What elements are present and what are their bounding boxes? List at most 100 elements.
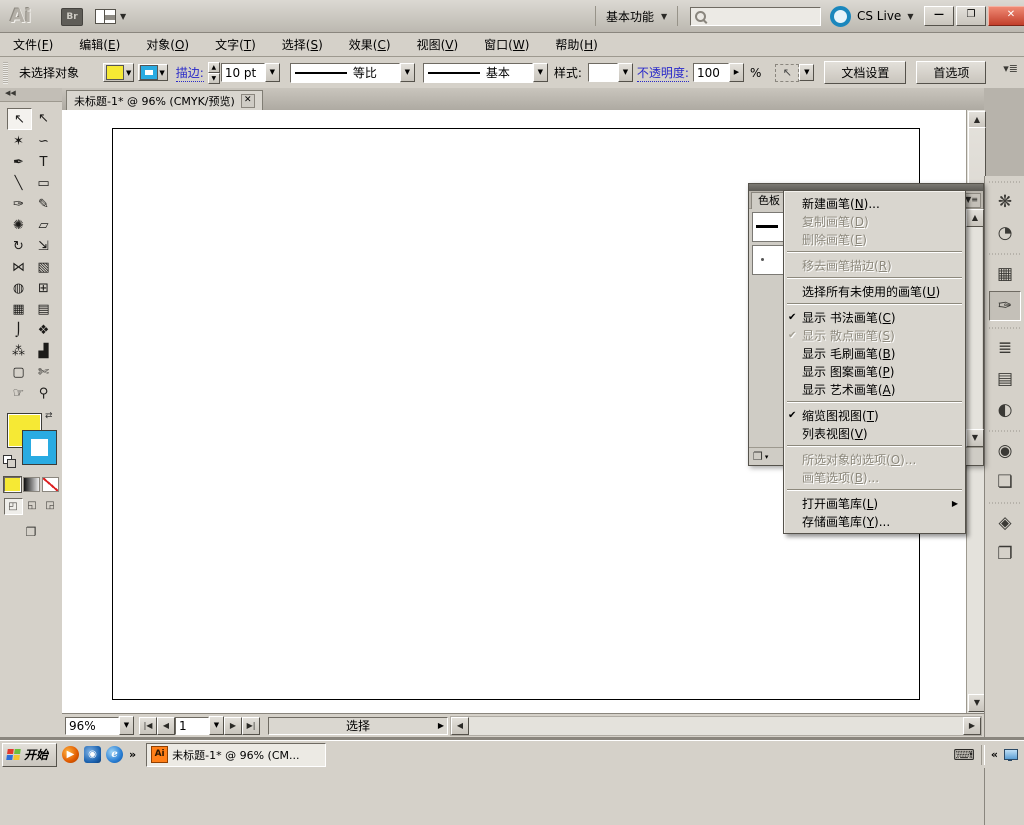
symbol-sprayer-tool[interactable]: ⁂ bbox=[7, 341, 30, 361]
menu-item-save-brush-library[interactable]: 存储画笔库(Y)... bbox=[785, 512, 964, 530]
draw-behind-button[interactable]: ◱ bbox=[24, 498, 41, 513]
opacity-field[interactable]: 100 bbox=[692, 63, 729, 82]
eyedropper-tool[interactable]: ⌡ bbox=[7, 320, 30, 340]
swatches-panel-icon[interactable]: ▦ bbox=[990, 260, 1020, 288]
document-setup-button[interactable]: 文档设置 bbox=[824, 61, 907, 84]
menu-item-show-art-brushes[interactable]: 显示 艺术画笔(A) bbox=[785, 380, 964, 398]
perspective-grid-tool[interactable]: ⊞ bbox=[32, 278, 55, 298]
menu-item-thumbnail-view[interactable]: ✔ 缩览图视图(T) bbox=[785, 406, 964, 424]
tools-panel-collapse[interactable]: ◀◀ bbox=[0, 88, 62, 102]
menu-w[interactable]: 窗口(W) bbox=[471, 33, 542, 56]
brush-definition-dropdown[interactable]: 基本 bbox=[422, 62, 533, 83]
panel-scrollbar[interactable]: ▲ ▼ bbox=[965, 209, 984, 447]
none-mode-button[interactable] bbox=[41, 477, 59, 492]
start-button[interactable]: 开始 bbox=[2, 742, 58, 767]
minimize-button[interactable]: — bbox=[924, 6, 954, 26]
first-artboard-button[interactable]: |◀ bbox=[139, 716, 157, 735]
menu-o[interactable]: 对象(O) bbox=[133, 33, 202, 56]
menu-item-list-view[interactable]: 列表视图(V) bbox=[785, 424, 964, 442]
brush-definition-arrow[interactable]: ▼ bbox=[532, 63, 548, 82]
menu-v[interactable]: 视图(V) bbox=[404, 33, 472, 56]
color-guide-panel-icon[interactable]: ◔ bbox=[990, 219, 1020, 247]
mesh-tool[interactable]: ▦ bbox=[7, 299, 30, 319]
zoom-level-field[interactable]: 96% bbox=[65, 716, 119, 735]
status-display[interactable]: 选择 ▶ bbox=[268, 716, 448, 735]
artboard-number-field[interactable]: 1 bbox=[175, 716, 209, 735]
control-bar-menu-icon[interactable]: ▾≣ bbox=[1003, 62, 1018, 75]
internet-explorer-icon[interactable]: e bbox=[106, 746, 124, 763]
selection-tool[interactable]: ↖ bbox=[7, 108, 32, 130]
opacity-spinner-arrow[interactable]: ▶ bbox=[728, 63, 744, 82]
direct-selection-tool[interactable]: ↖ bbox=[32, 108, 55, 128]
close-button[interactable]: ✕ bbox=[988, 6, 1024, 26]
previous-artboard-button[interactable]: ◀ bbox=[157, 716, 175, 735]
stroke-width-stepper[interactable]: ▲ ▼ bbox=[207, 61, 220, 84]
workspace-switcher[interactable]: 基本功能 ▼ bbox=[595, 6, 679, 26]
hand-tool[interactable]: ☞ bbox=[7, 383, 30, 403]
horizontal-scrollbar[interactable]: ◀ ▶ bbox=[450, 715, 982, 736]
quicklaunch-overflow-icon[interactable]: » bbox=[129, 748, 136, 761]
shape-builder-tool[interactable]: ◍ bbox=[7, 278, 30, 298]
network-icon[interactable] bbox=[1004, 749, 1018, 761]
transparency-panel-icon[interactable]: ◐ bbox=[990, 396, 1020, 424]
gradient-panel-icon[interactable]: ▤ bbox=[990, 365, 1020, 393]
arrange-documents-button[interactable]: ▼ bbox=[95, 8, 129, 24]
artboards-panel-icon[interactable]: ❐ bbox=[990, 540, 1020, 568]
blob-brush-tool[interactable]: ✺ bbox=[7, 215, 30, 235]
menu-item-show-bristle-brushes[interactable]: 显示 毛刷画笔(B) bbox=[785, 344, 964, 362]
menu-item-select-all-unused-brushes[interactable]: 选择所有未使用的画笔(U) bbox=[785, 282, 964, 300]
stroke-width-dropdown[interactable]: ▼ bbox=[264, 63, 280, 82]
menu-e[interactable]: 编辑(E) bbox=[66, 33, 133, 56]
paintbrush-tool[interactable]: ✑ bbox=[7, 194, 30, 214]
stepper-up-icon[interactable]: ▲ bbox=[207, 61, 220, 73]
scale-tool[interactable]: ⇲ bbox=[32, 236, 55, 256]
zoom-tool[interactable]: ⚲ bbox=[32, 383, 55, 403]
blend-tool[interactable]: ❖ bbox=[32, 320, 55, 340]
scroll-left-icon[interactable]: ◀ bbox=[451, 716, 469, 735]
style-dropdown[interactable]: ▼ bbox=[617, 63, 633, 82]
eraser-tool[interactable]: ▱ bbox=[32, 215, 55, 235]
menu-t[interactable]: 文字(T) bbox=[202, 33, 269, 56]
input-method-icon[interactable]: ⌨ bbox=[953, 746, 975, 764]
status-menu-arrow[interactable]: ▶ bbox=[438, 721, 444, 730]
default-fill-stroke-icon[interactable] bbox=[3, 455, 16, 468]
artboard-tool[interactable]: ▢ bbox=[7, 362, 30, 382]
scroll-right-icon[interactable]: ▶ bbox=[963, 716, 981, 735]
restore-button[interactable]: ❐ bbox=[956, 6, 986, 26]
swap-fill-stroke-icon[interactable]: ⇄ bbox=[45, 411, 53, 421]
fill-color-dropdown[interactable]: ▼ bbox=[103, 63, 135, 82]
media-player-icon[interactable]: ▶ bbox=[62, 746, 80, 763]
type-tool[interactable]: T bbox=[32, 152, 55, 172]
column-graph-tool[interactable]: ▟ bbox=[32, 341, 55, 361]
preferences-button[interactable]: 首选项 bbox=[916, 61, 987, 84]
stroke-color-dropdown[interactable]: ▼ bbox=[138, 64, 168, 81]
brush-item-calligraphic[interactable] bbox=[752, 245, 784, 275]
document-tab[interactable]: 未标题-1* @ 96% (CMYK/预览) ✕ bbox=[66, 90, 263, 110]
menu-item-show-pattern-brushes[interactable]: 显示 图案画笔(P) bbox=[785, 362, 964, 380]
artboard-number-dropdown[interactable]: ▼ bbox=[209, 716, 224, 735]
draw-inside-button[interactable]: ◲ bbox=[42, 498, 59, 513]
menu-c[interactable]: 效果(C) bbox=[336, 33, 404, 56]
pencil-tool[interactable]: ✎ bbox=[32, 194, 55, 214]
cs-live-button[interactable]: CS Live ▼ bbox=[830, 5, 913, 27]
messenger-icon[interactable]: ◉ bbox=[84, 746, 102, 763]
stroke-link[interactable]: 描边: bbox=[175, 64, 204, 82]
stepper-down-icon[interactable]: ▼ bbox=[207, 72, 220, 84]
isolate-dropdown[interactable]: ▼ bbox=[799, 64, 815, 81]
brushes-panel-icon[interactable]: ✑ bbox=[989, 291, 1021, 321]
bridge-button[interactable]: Br bbox=[61, 8, 83, 26]
rectangle-tool[interactable]: ▭ bbox=[32, 173, 55, 193]
menu-s[interactable]: 选择(S) bbox=[269, 33, 336, 56]
rotate-tool[interactable]: ↻ bbox=[7, 236, 30, 256]
panel-scroll-down-icon[interactable]: ▼ bbox=[966, 429, 984, 447]
taskbar-item-illustrator[interactable]: Ai 未标题-1* @ 96% (CM... bbox=[146, 742, 327, 767]
line-segment-tool[interactable]: ╲ bbox=[7, 173, 30, 193]
opacity-link[interactable]: 不透明度: bbox=[636, 64, 689, 82]
lasso-tool[interactable]: ∽ bbox=[32, 131, 55, 151]
zoom-dropdown[interactable]: ▼ bbox=[119, 716, 134, 735]
width-tool[interactable]: ⋈ bbox=[7, 257, 30, 277]
graphic-styles-panel-icon[interactable]: ❏ bbox=[990, 468, 1020, 496]
free-transform-tool[interactable]: ▧ bbox=[32, 257, 55, 277]
search-input[interactable] bbox=[690, 7, 821, 26]
brush-libraries-menu-icon[interactable]: ❐ bbox=[753, 450, 763, 463]
